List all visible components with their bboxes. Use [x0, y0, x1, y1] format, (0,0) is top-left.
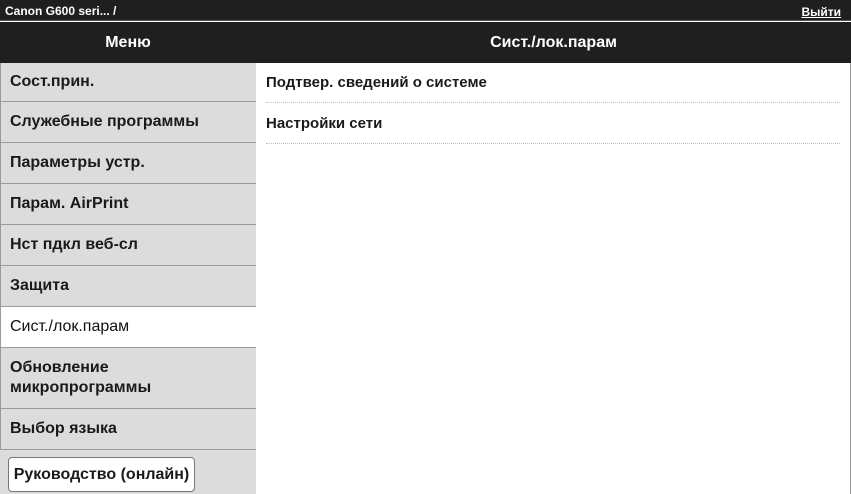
sidebar-item-label: Служебные программы	[10, 113, 199, 130]
sidebar-item-label: Парам. AirPrint	[10, 195, 129, 212]
sidebar-item-utilities[interactable]: Служебные программы	[0, 102, 256, 143]
sidebar-item-label: Нст пдкл веб-сл	[10, 236, 138, 253]
sidebar-item-label: Параметры устр.	[10, 154, 145, 171]
breadcrumb: Canon G600 seri... /	[5, 4, 117, 18]
system-info-item[interactable]: Подтвер. сведений о системе	[266, 63, 840, 103]
sidebar-item-device-settings[interactable]: Параметры устр.	[0, 143, 256, 184]
sidebar-item-airprint[interactable]: Парам. AirPrint	[0, 184, 256, 225]
online-manual-button[interactable]: Руководство (онлайн)	[8, 457, 195, 492]
sidebar-item-label: Выбор языка	[10, 420, 117, 437]
main-content: Подтвер. сведений о системе Настройки се…	[256, 63, 851, 494]
content-item-label: Настройки сети	[266, 115, 383, 132]
sidebar-item-label: Сист./лок.парам	[10, 318, 130, 335]
sidebar-item-label: Сост.прин.	[10, 73, 95, 90]
page-title: Сист./лок.парам	[490, 34, 617, 51]
menu-title: Меню	[105, 34, 151, 51]
sidebar-item-language[interactable]: Выбор языка	[0, 409, 256, 450]
content-item-label: Подтвер. сведений о системе	[266, 74, 487, 91]
sidebar-item-security[interactable]: Защита	[0, 266, 256, 307]
sidebar-item-label: Обновление микропрограммы	[10, 359, 152, 396]
logout-link[interactable]: Выйти	[801, 5, 841, 19]
header-bar: Меню Сист./лок.парам	[0, 22, 851, 63]
sidebar-item-label: Защита	[10, 277, 69, 294]
sidebar-item-firmware-update[interactable]: Обновление микропрограммы	[0, 348, 256, 409]
network-settings-item[interactable]: Настройки сети	[266, 104, 840, 144]
sidebar-item-system-settings[interactable]: Сист./лок.парам	[0, 307, 256, 348]
sidebar-item-web-service[interactable]: Нст пдкл веб-сл	[0, 225, 256, 266]
top-bar: Canon G600 seri... / Выйти	[0, 0, 851, 21]
sidebar-item-printer-status[interactable]: Сост.прин.	[0, 63, 256, 102]
